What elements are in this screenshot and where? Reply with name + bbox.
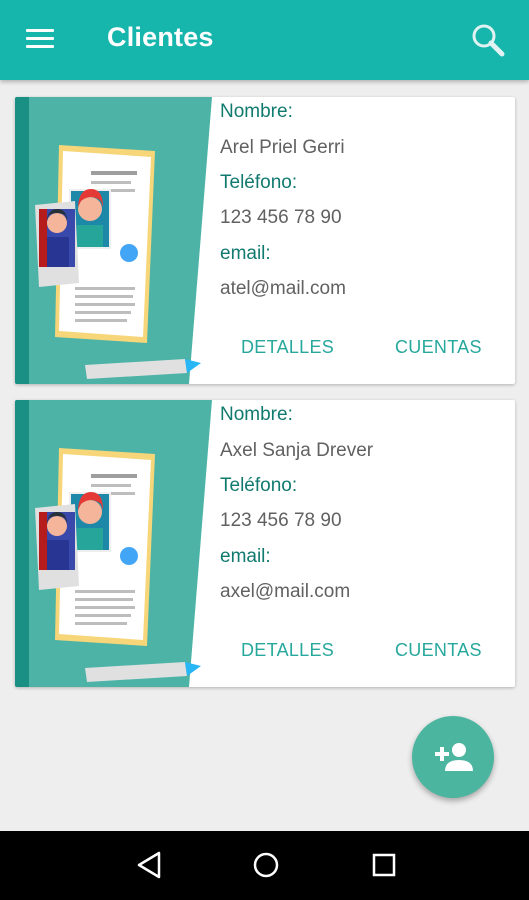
client-phone: 123 456 78 90	[220, 207, 342, 228]
system-nav-bar	[0, 831, 529, 900]
accounts-button[interactable]: CUENTAS	[395, 337, 482, 358]
email-label: email:	[220, 243, 271, 264]
client-email: atel@mail.com	[220, 278, 346, 299]
search-button[interactable]	[466, 18, 510, 62]
recents-button[interactable]	[362, 843, 406, 887]
menu-icon-line	[26, 45, 54, 48]
menu-icon-line	[26, 37, 54, 40]
page-title: Clientes	[107, 22, 214, 52]
home-circle-icon	[253, 852, 279, 878]
client-name: Axel Sanja Drever	[220, 440, 374, 461]
back-button[interactable]	[127, 843, 171, 887]
client-card: Nombre: Arel Priel Gerri Teléfono: 123 4…	[15, 97, 515, 384]
recents-square-icon	[372, 853, 396, 877]
email-label: email:	[220, 546, 271, 567]
client-name: Arel Priel Gerri	[220, 137, 345, 158]
phone-label: Teléfono:	[220, 475, 298, 496]
menu-button[interactable]	[18, 20, 62, 60]
menu-icon-line	[26, 29, 54, 32]
app-bar: Clientes	[0, 0, 529, 80]
name-label: Nombre:	[220, 404, 293, 425]
client-phone: 123 456 78 90	[220, 510, 342, 531]
search-icon	[472, 24, 505, 57]
details-button[interactable]: DETALLES	[241, 337, 334, 358]
add-client-button[interactable]	[412, 716, 494, 798]
home-button[interactable]	[244, 843, 288, 887]
client-illustration	[15, 97, 220, 384]
back-triangle-icon	[137, 851, 161, 879]
name-label: Nombre:	[220, 101, 293, 122]
details-button[interactable]: DETALLES	[241, 640, 334, 661]
accounts-button[interactable]: CUENTAS	[395, 640, 482, 661]
add-person-icon	[435, 743, 473, 771]
client-illustration	[15, 400, 220, 687]
phone-label: Teléfono:	[220, 172, 298, 193]
client-card: Nombre: Axel Sanja Drever Teléfono: 123 …	[15, 400, 515, 687]
client-email: axel@mail.com	[220, 581, 351, 602]
